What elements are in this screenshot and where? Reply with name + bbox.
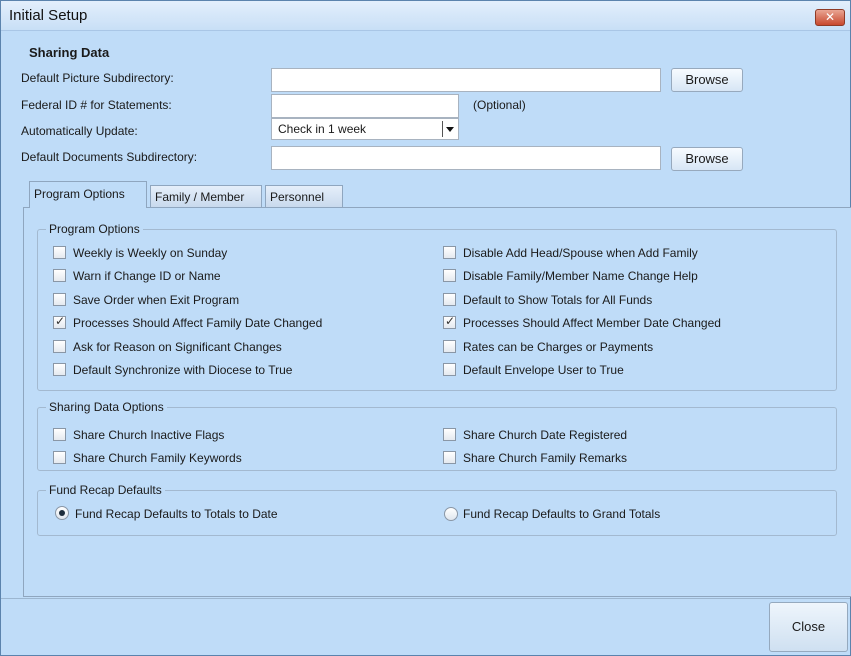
checkbox-label: Processes Should Affect Family Date Chan… [73,316,323,330]
documents-dir-input[interactable] [271,146,661,170]
initial-setup-window: Initial Setup ✕ Sharing Data Default Pic… [0,0,851,656]
checkbox-label: Share Church Date Registered [463,428,628,442]
federal-id-label: Federal ID # for Statements: [21,98,172,112]
checkbox-label: Default Synchronize with Diocese to True [73,363,293,377]
checkbox-disable-name-help[interactable] [443,269,456,282]
picture-dir-label: Default Picture Subdirectory: [21,71,174,85]
tab-program-options[interactable]: Program Options [29,181,147,208]
radio-grand-totals[interactable] [444,507,458,521]
checkbox-ask-reason[interactable] [53,340,66,353]
checkbox-sync-diocese[interactable] [53,363,66,376]
checkbox-share-date-registered[interactable] [443,428,456,441]
checkbox-label: Processes Should Affect Member Date Chan… [463,316,721,330]
radio-label: Fund Recap Defaults to Grand Totals [463,507,661,521]
checkbox-family-date-changed[interactable] [53,314,66,329]
checkbox-save-order[interactable] [53,293,66,306]
footer-divider [1,598,850,599]
checkbox-label: Weekly is Weekly on Sunday [73,246,228,260]
auto-update-select[interactable]: Check in 1 week [271,118,459,140]
auto-update-label: Automatically Update: [21,124,138,138]
checkbox-label: Default Envelope User to True [463,363,624,377]
checkbox-envelope-user[interactable] [443,363,456,376]
title-bar: Initial Setup ✕ [1,1,850,31]
tab-personnel[interactable]: Personnel [265,185,343,209]
checkbox-share-keywords[interactable] [53,451,66,464]
picture-dir-input[interactable] [271,68,661,92]
checkbox-show-totals[interactable] [443,293,456,306]
checkbox-label: Disable Add Head/Spouse when Add Family [463,246,698,260]
checkbox-label: Disable Family/Member Name Change Help [463,269,698,283]
checkbox-label: Ask for Reason on Significant Changes [73,340,282,354]
browse-picture-button[interactable]: Browse [671,68,743,92]
checkbox-member-date-changed[interactable] [443,314,456,329]
fund-recap-group-title: Fund Recap Defaults [46,483,165,497]
checkbox-share-remarks[interactable] [443,451,456,464]
sharing-options-group-title: Sharing Data Options [46,400,167,414]
documents-dir-label: Default Documents Subdirectory: [21,150,198,164]
close-icon[interactable]: ✕ [815,9,845,26]
chevron-down-icon[interactable] [442,121,456,137]
federal-id-input[interactable] [271,94,459,118]
checkbox-share-inactive[interactable] [53,428,66,441]
close-button[interactable]: Close [769,602,848,652]
checkbox-label: Save Order when Exit Program [73,293,240,307]
checkbox-warn-change-id[interactable] [53,269,66,282]
radio-label: Fund Recap Defaults to Totals to Date [75,507,278,521]
optional-note: (Optional) [473,98,526,112]
checkbox-label: Share Church Inactive Flags [73,428,225,442]
radio-totals-to-date[interactable] [55,506,69,520]
checkbox-rates-charges[interactable] [443,340,456,353]
checkbox-disable-add-head[interactable] [443,246,456,259]
sharing-data-heading: Sharing Data [29,45,110,60]
browse-documents-button[interactable]: Browse [671,147,743,171]
checkbox-label: Share Church Family Remarks [463,451,628,465]
checkbox-label: Default to Show Totals for All Funds [463,293,653,307]
checkbox-label: Rates can be Charges or Payments [463,340,654,354]
program-options-group-title: Program Options [46,222,143,236]
checkbox-label: Share Church Family Keywords [73,451,242,465]
checkbox-label: Warn if Change ID or Name [73,269,221,283]
checkbox-weekly-sunday[interactable] [53,246,66,259]
auto-update-value: Check in 1 week [278,122,367,136]
tab-family-member[interactable]: Family / Member [150,185,262,209]
window-title: Initial Setup [9,7,88,24]
